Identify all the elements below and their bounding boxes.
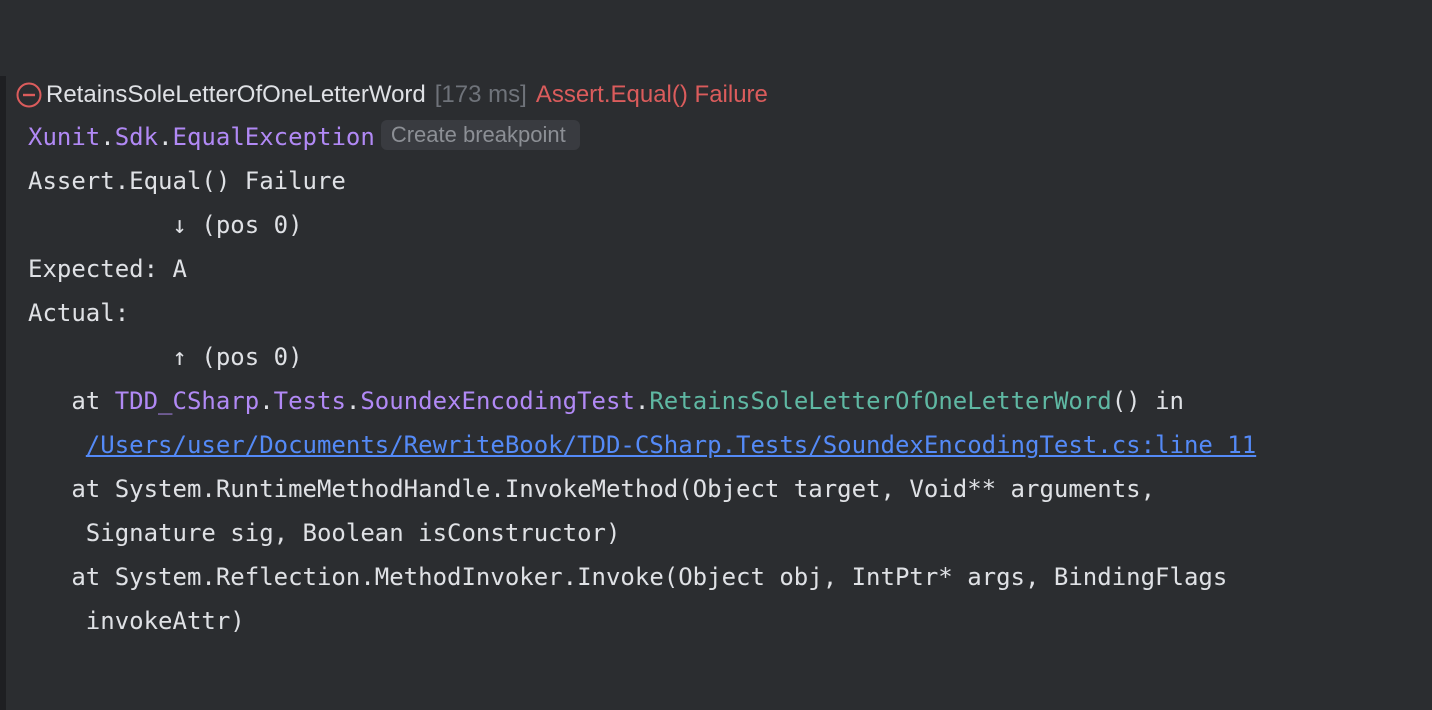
exception-line: Xunit.Sdk.EqualException Create breakpoin… bbox=[28, 117, 580, 157]
stack-namespace-2[interactable]: Tests bbox=[274, 387, 346, 415]
stack-class[interactable]: SoundexEncodingTest bbox=[360, 387, 635, 415]
dot: . bbox=[158, 123, 173, 151]
dot: . bbox=[100, 123, 115, 151]
stack-frame: at System.RuntimeMethodHandle.InvokeMeth… bbox=[28, 475, 1156, 503]
exception-class[interactable]: EqualException bbox=[173, 123, 375, 151]
test-failed-icon bbox=[16, 82, 42, 108]
test-output-panel: RetainsSoleLetterOfOneLetterWord [173 ms… bbox=[0, 0, 1432, 710]
console-output[interactable]: Xunit.Sdk.EqualException Create breakpoin… bbox=[6, 114, 1432, 710]
output-line: ↑ (pos 0) bbox=[28, 343, 303, 371]
exception-namespace-2[interactable]: Sdk bbox=[115, 123, 158, 151]
stack-method[interactable]: RetainsSoleLetterOfOneLetterWord bbox=[649, 387, 1111, 415]
stack-frame: at TDD_CSharp.Tests.SoundexEncodingTest.… bbox=[28, 381, 1184, 421]
stack-source-line: /Users/user/Documents/RewriteBook/TDD-CS… bbox=[28, 425, 1256, 465]
stack-namespace-1[interactable]: TDD_CSharp bbox=[115, 387, 260, 415]
output-line: ↓ (pos 0) bbox=[28, 211, 303, 239]
stack-frame: at System.Reflection.MethodInvoker.Invok… bbox=[28, 563, 1228, 591]
dot: . bbox=[634, 387, 650, 415]
test-name: RetainsSoleLetterOfOneLetterWord bbox=[46, 81, 426, 108]
source-file-link[interactable]: /Users/user/Documents/RewriteBook/TDD-CS… bbox=[86, 431, 1256, 459]
exception-namespace-1[interactable]: Xunit bbox=[28, 123, 100, 151]
stack-at: at bbox=[28, 387, 115, 415]
dot: . bbox=[345, 387, 361, 415]
stack-tail: () in bbox=[1111, 387, 1184, 415]
test-result-header[interactable]: RetainsSoleLetterOfOneLetterWord [173 ms… bbox=[6, 76, 1432, 114]
dot: . bbox=[259, 387, 274, 415]
output-line: Actual: bbox=[28, 299, 130, 327]
failure-message: Assert.Equal() Failure bbox=[535, 81, 768, 108]
toolbar-area bbox=[0, 0, 1432, 76]
stack-frame-continuation: invokeAttr) bbox=[28, 607, 245, 635]
create-breakpoint-button[interactable]: Create breakpoint bbox=[380, 120, 580, 150]
output-line: Expected: A bbox=[28, 255, 187, 283]
stack-frame-continuation: Signature sig, Boolean isConstructor) bbox=[28, 519, 621, 547]
test-duration: [173 ms] bbox=[434, 81, 527, 108]
output-line: Assert.Equal() Failure bbox=[28, 167, 346, 195]
